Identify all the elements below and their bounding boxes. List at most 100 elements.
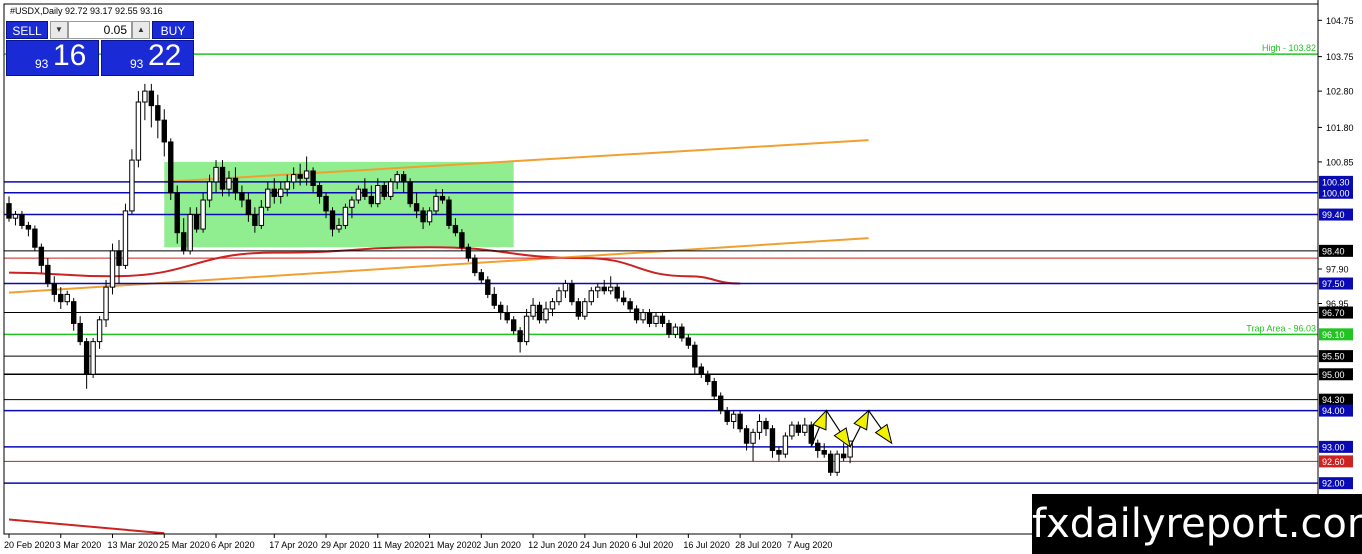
candle-body (459, 232, 465, 248)
x-tick-label: 24 Jun 2020 (580, 540, 630, 550)
candle-body (808, 424, 814, 444)
candle-body (239, 192, 245, 201)
candle-body (795, 424, 802, 433)
candle-body (666, 322, 672, 335)
candle-body (439, 195, 446, 201)
candle-body (718, 395, 724, 412)
candle-body (756, 420, 763, 433)
candle-body (608, 286, 614, 292)
candle-body (355, 188, 362, 201)
candle-body (12, 214, 19, 219)
candle (32, 225, 38, 251)
candle-body (148, 90, 155, 107)
candle-body (342, 206, 349, 226)
candle-body (51, 283, 57, 295)
price-tag-label: 96.10 (1322, 330, 1345, 340)
candle (135, 91, 142, 168)
price-tag-label: 96.70 (1322, 308, 1345, 318)
candle-body (711, 381, 717, 397)
sell-button[interactable]: SELL (6, 21, 48, 39)
one-click-trading-panel: SELL ▼ 0.05 ▲ BUY 93 16 93 22 (6, 21, 194, 76)
candle-body (129, 159, 135, 212)
candle-body (821, 450, 827, 455)
price-tag: 100.00 (1319, 186, 1353, 199)
price-tag: 94.30 (1319, 393, 1353, 406)
price-tag-label: 100.30 (1322, 177, 1350, 187)
candle-body (407, 181, 413, 205)
y-tick-label: 100.85 (1326, 157, 1354, 167)
candle-body (122, 210, 129, 266)
candle-body (743, 428, 750, 444)
candle-body (776, 450, 782, 455)
candle-body (692, 344, 698, 368)
x-tick-label: 17 Apr 2020 (269, 540, 318, 550)
candle-body (323, 195, 329, 212)
y-tick-label: 104.75 (1326, 16, 1354, 26)
price-tag: 96.70 (1319, 306, 1353, 319)
price-tag: 94.00 (1319, 404, 1353, 417)
candle-body (109, 250, 116, 288)
x-tick-label: 6 Apr 2020 (211, 540, 255, 550)
candle-body (679, 326, 685, 339)
candle-body (336, 224, 342, 230)
lot-decrease-button[interactable]: ▼ (50, 21, 68, 39)
price-chart[interactable]: High - 103.82 Trap Area - 96.03 104.75 103.… (0, 0, 1362, 554)
candle-body (381, 185, 387, 197)
candle-body (485, 279, 491, 295)
price-tag-label: 92.00 (1322, 479, 1345, 489)
candle-body (265, 188, 271, 208)
x-tick-label: 2 Jun 2020 (476, 540, 521, 550)
candle-body (562, 283, 569, 292)
candle-body (168, 141, 174, 194)
candle-body (394, 174, 400, 183)
sell-price-display[interactable]: 93 16 (6, 39, 99, 76)
candle (342, 203, 349, 230)
candle-body (640, 312, 646, 321)
candle-body (71, 301, 77, 324)
price-tag-label: 99.40 (1322, 210, 1345, 220)
candle (782, 432, 789, 458)
candle-body (840, 453, 847, 459)
lot-increase-button[interactable]: ▲ (132, 21, 150, 39)
x-tick-label: 16 Jul 2020 (683, 540, 730, 550)
candle-body (316, 185, 323, 197)
price-tag: 99.40 (1319, 208, 1353, 221)
candle-body (219, 166, 226, 190)
candle-body (368, 195, 375, 205)
candle-body (32, 228, 38, 248)
chart-title: #USDX,Daily 92.72 93.17 92.55 93.16 (10, 6, 163, 16)
price-tag: 92.60 (1319, 455, 1353, 468)
y-tick-label: 101.80 (1326, 123, 1354, 133)
candle-body (103, 286, 109, 321)
buy-button[interactable]: BUY (152, 21, 194, 39)
candle-body (116, 250, 122, 266)
candle-body (284, 181, 290, 190)
chevron-down-icon: ▼ (55, 25, 63, 34)
candle (103, 279, 109, 328)
candle-body (633, 308, 640, 321)
lot-size-input[interactable]: 0.05 (68, 21, 132, 39)
candle-body (769, 428, 776, 452)
candle (575, 298, 582, 320)
buy-price-display[interactable]: 93 22 (101, 39, 194, 76)
candle-body (737, 413, 743, 430)
candle-body (45, 264, 51, 285)
level-annotation: Trap Area - 96.03 (1246, 323, 1316, 333)
candle-body (362, 188, 368, 197)
candle-body (232, 177, 239, 194)
price-tag: 97.50 (1319, 277, 1353, 290)
chevron-up-icon: ▲ (137, 25, 145, 34)
candle-body (452, 224, 459, 234)
chart-window: High - 103.82 Trap Area - 96.03 104.75 103.… (0, 0, 1362, 554)
candle-body (135, 101, 142, 161)
candle-body (672, 326, 679, 335)
candle-body (698, 366, 704, 375)
price-tag: 92.00 (1319, 477, 1353, 490)
candle (834, 450, 840, 476)
candle-body (523, 315, 530, 343)
candle-body (815, 442, 821, 452)
candle (90, 337, 96, 378)
buy-price-prefix: 93 (130, 57, 144, 71)
candle-body (685, 337, 692, 346)
candle-body (472, 257, 478, 274)
